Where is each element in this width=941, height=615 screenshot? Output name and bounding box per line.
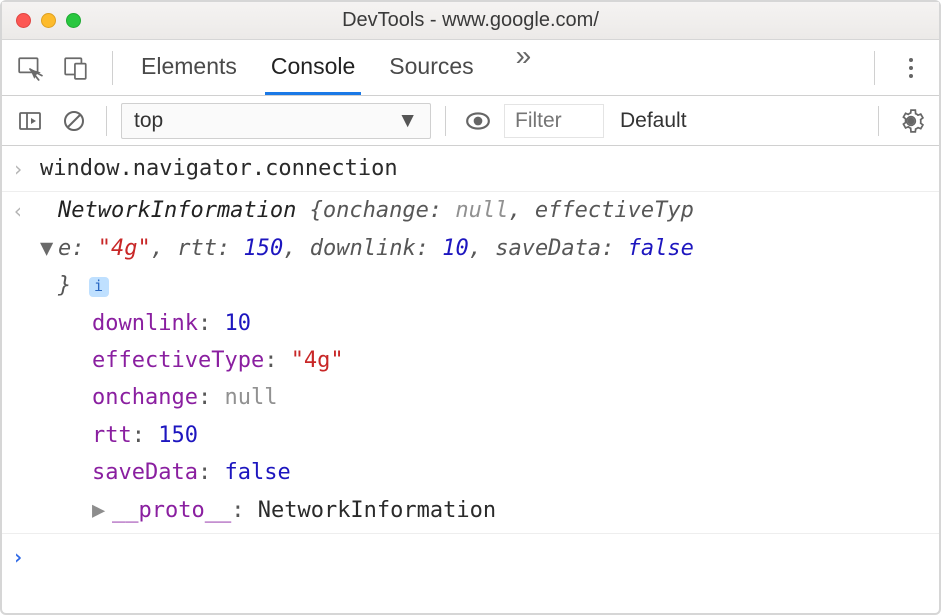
console-toolbar: top ▼ Default xyxy=(2,96,939,146)
kebab-menu-icon[interactable] xyxy=(891,58,931,78)
proto-row[interactable]: ▶__proto__: NetworkInformation xyxy=(40,492,929,529)
window-controls xyxy=(16,13,81,28)
divider xyxy=(112,51,113,85)
console-input-text: window.navigator.connection xyxy=(40,150,929,187)
tab-console[interactable]: Console xyxy=(265,40,361,95)
filter-input[interactable] xyxy=(504,104,604,138)
inspect-element-icon[interactable] xyxy=(10,48,50,88)
expand-arrow-icon[interactable]: ▼ xyxy=(40,230,58,267)
settings-gear-icon[interactable] xyxy=(893,103,929,139)
context-selector[interactable]: top ▼ xyxy=(121,103,431,139)
toggle-sidebar-icon[interactable] xyxy=(12,103,48,139)
property-row[interactable]: effectiveType: "4g" xyxy=(92,342,929,379)
property-row[interactable]: onchange: null xyxy=(92,379,929,416)
tabs-overflow-button[interactable]: » xyxy=(502,40,546,95)
console-prompt[interactable]: › xyxy=(2,534,939,576)
object-properties: downlink: 10 effectiveType: "4g" onchang… xyxy=(40,305,929,492)
device-toggle-icon[interactable] xyxy=(56,48,96,88)
panel-tabs: Elements Console Sources » xyxy=(135,40,545,95)
expand-arrow-icon[interactable]: ▶ xyxy=(92,492,112,529)
tabs-bar: Elements Console Sources » xyxy=(2,40,939,96)
chevron-down-icon: ▼ xyxy=(397,109,418,133)
divider xyxy=(106,106,107,136)
log-level-selector[interactable]: Default xyxy=(612,109,695,133)
property-row[interactable]: saveData: false xyxy=(92,454,929,491)
window-title: DevTools - www.google.com/ xyxy=(2,9,939,32)
info-badge-icon[interactable]: i xyxy=(89,277,109,297)
tab-sources[interactable]: Sources xyxy=(383,40,479,95)
title-bar: DevTools - www.google.com/ xyxy=(2,2,939,40)
divider xyxy=(878,106,879,136)
console-output-row[interactable]: ‹ ▼NetworkInformation {onchange: null, e… xyxy=(2,192,939,534)
prompt-marker-icon: › xyxy=(12,538,40,574)
console-body: › window.navigator.connection ‹ ▼Network… xyxy=(2,146,939,580)
clear-console-icon[interactable] xyxy=(56,103,92,139)
minimize-window-button[interactable] xyxy=(41,13,56,28)
console-input-row[interactable]: › window.navigator.connection xyxy=(2,150,939,192)
output-marker-icon: ‹ xyxy=(12,192,40,228)
object-summary[interactable]: ▼NetworkInformation {onchange: null, eff… xyxy=(40,192,929,304)
divider xyxy=(874,51,875,85)
close-window-button[interactable] xyxy=(16,13,31,28)
zoom-window-button[interactable] xyxy=(66,13,81,28)
property-row[interactable]: downlink: 10 xyxy=(92,305,929,342)
context-label: top xyxy=(134,109,163,133)
object-type: NetworkInformation xyxy=(58,198,296,223)
tab-elements[interactable]: Elements xyxy=(135,40,243,95)
property-row[interactable]: rtt: 150 xyxy=(92,417,929,454)
input-marker-icon: › xyxy=(12,150,40,186)
live-expression-icon[interactable] xyxy=(460,103,496,139)
divider xyxy=(445,106,446,136)
